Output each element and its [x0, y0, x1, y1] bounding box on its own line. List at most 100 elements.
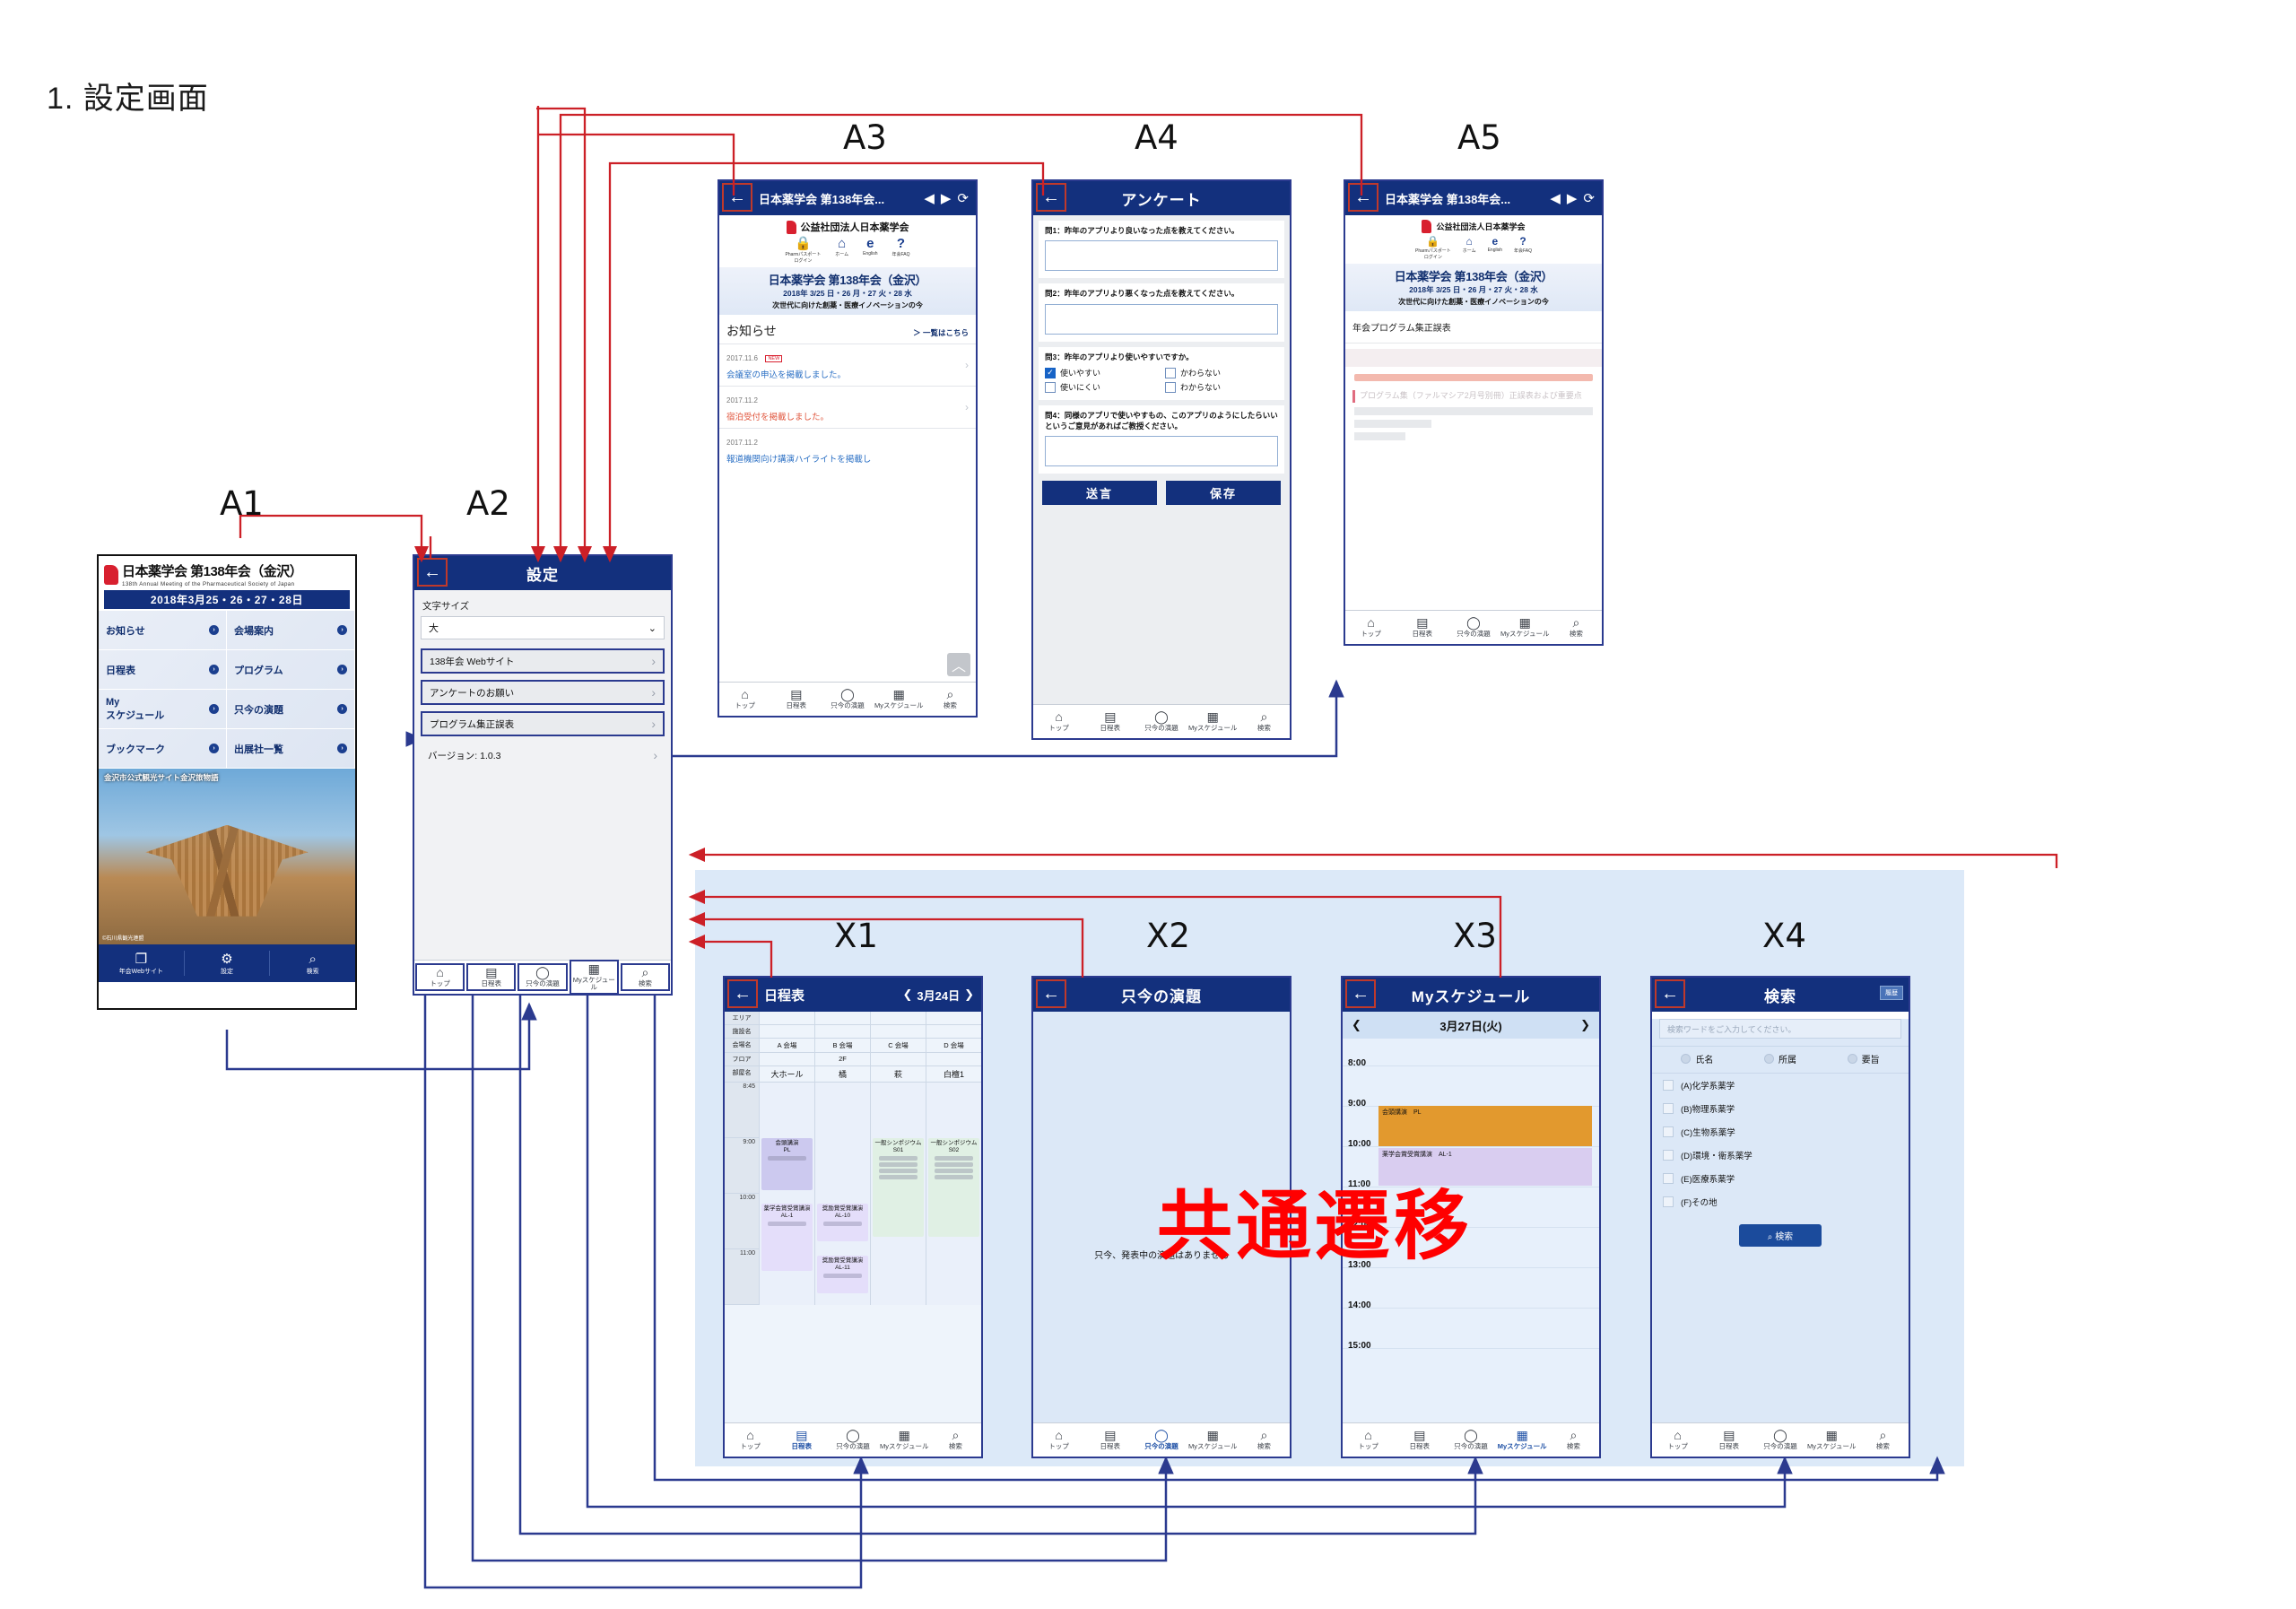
a1-menu-bookmark[interactable]: ブックマーク › — [99, 729, 227, 769]
nav-search[interactable]: ⌕ 検索 — [1857, 1429, 1909, 1450]
category-checkbox-d[interactable]: (D)環境・衛系薬学 — [1652, 1144, 1909, 1167]
nav-now[interactable]: ◯ 只今の演題 — [1445, 1429, 1496, 1450]
nav-search[interactable]: ⌕ 検索 — [930, 1429, 981, 1450]
nav-top[interactable]: ⌂ トップ — [415, 963, 465, 991]
nav-search[interactable]: ⌕ 検索 — [620, 963, 671, 991]
schedule-event[interactable]: 薬学会賞受賞講演 AL-1 — [761, 1204, 813, 1271]
nav-myschedule[interactable]: ▦ Myスケジュール — [874, 688, 925, 709]
quick-icon-home[interactable]: ⌂ ホーム — [1463, 236, 1476, 260]
nav-forward-icon[interactable]: ▶ — [1567, 190, 1578, 206]
reload-icon[interactable]: ⟳ — [957, 190, 969, 206]
prev-day-icon[interactable]: ❮ — [1352, 1018, 1361, 1032]
quick-icon-english[interactable]: e English — [863, 237, 877, 264]
nav-top[interactable]: ⌂ トップ — [1345, 616, 1396, 638]
back-arrow-icon[interactable]: ← — [1036, 979, 1066, 1008]
nav-now[interactable]: ◯ 只今の演題 — [827, 1429, 878, 1450]
settings-row-survey[interactable]: アンケートのお願い › — [421, 680, 665, 705]
a1-menu-exhibitors[interactable]: 出展社一覧 › — [227, 729, 355, 769]
nav-schedule[interactable]: ▤ 日程表 — [770, 688, 822, 709]
quick-icon-english[interactable]: e English — [1488, 236, 1502, 260]
radio-abstract[interactable]: 要旨 — [1847, 1052, 1880, 1065]
nav-schedule[interactable]: ▤ 日程表 — [776, 1429, 827, 1450]
schedule-event[interactable]: 会頭講演 PL — [761, 1138, 813, 1190]
search-button[interactable]: ⌕ 検索 — [1739, 1224, 1822, 1247]
nav-top[interactable]: ⌂ トップ — [1343, 1429, 1394, 1450]
scroll-to-top-icon[interactable]: ︿ — [947, 653, 970, 676]
back-arrow-icon[interactable]: ← — [417, 558, 448, 587]
a1-menu-venue[interactable]: 会場案内 › — [227, 611, 355, 650]
nav-now[interactable]: ◯ 只今の演題 — [822, 688, 873, 709]
a1-photo-banner[interactable]: 金沢市公式観光サイト金沢旅物語 ©石川県観光連盟 — [99, 769, 355, 944]
nav-schedule[interactable]: ▤ 日程表 — [466, 963, 517, 991]
nav-now[interactable]: ◯ 只今の演題 — [517, 963, 568, 991]
nav-top[interactable]: ⌂ トップ — [1033, 710, 1084, 732]
back-arrow-icon[interactable]: ← — [1655, 979, 1685, 1008]
quick-icon-faq[interactable]: ? 年会FAQ — [1514, 236, 1532, 260]
news-item[interactable]: 2017.11.2 報道機関向け講演ハイライトを掲載し — [719, 428, 976, 470]
quick-icon-login[interactable]: 🔒 Pharmパスポート ログイン — [785, 237, 821, 264]
nav-now[interactable]: ◯ 只今の演題 — [1135, 710, 1187, 732]
nav-myschedule[interactable]: ▦ Myスケジュール — [879, 1429, 930, 1450]
schedule-event[interactable]: 奨励賞受賞講演 AL-11 — [817, 1256, 868, 1293]
my-event-pl[interactable]: 会頭講演 PL — [1378, 1106, 1592, 1146]
nav-top[interactable]: ⌂ トップ — [719, 688, 770, 709]
a1-menu-myschedule[interactable]: My スケジュール › — [99, 690, 227, 729]
nav-back-icon[interactable]: ◀ — [924, 190, 935, 206]
a1-menu-news[interactable]: お知らせ › — [99, 611, 227, 650]
nav-schedule[interactable]: ▤ 日程表 — [1084, 710, 1135, 732]
nav-now[interactable]: ◯ 只今の演題 — [1135, 1429, 1187, 1450]
a1-menu-schedule[interactable]: 日程表 › — [99, 650, 227, 690]
nav-schedule[interactable]: ▤ 日程表 — [1396, 616, 1448, 638]
reload-icon[interactable]: ⟳ — [1583, 190, 1595, 206]
a1-nav-search[interactable]: ⌕ 検索 — [270, 951, 355, 977]
category-checkbox-a[interactable]: (A)化学系薬学 — [1652, 1074, 1909, 1097]
category-checkbox-c[interactable]: (C)生物系薬学 — [1652, 1120, 1909, 1144]
schedule-event[interactable]: 奨励賞受賞講演 AL-10 — [817, 1204, 868, 1241]
nav-back-icon[interactable]: ◀ — [1550, 190, 1561, 206]
back-arrow-icon[interactable]: ← — [1348, 183, 1378, 212]
nav-now[interactable]: ◯ 只今の演題 — [1448, 616, 1499, 638]
nav-myschedule[interactable]: ▦ Myスケジュール — [569, 960, 619, 994]
option-unknown[interactable]: わからない — [1165, 381, 1278, 393]
schedule-event[interactable]: 一般シンポジウム S01 — [873, 1138, 924, 1237]
nav-search[interactable]: ⌕ 検索 — [925, 688, 976, 709]
back-arrow-icon[interactable]: ← — [722, 183, 752, 212]
back-arrow-icon[interactable]: ← — [1036, 183, 1066, 212]
back-arrow-icon[interactable]: ← — [1345, 979, 1376, 1008]
news-more-link[interactable]: ＞ 一覧はこちら — [913, 327, 969, 338]
nav-myschedule[interactable]: ▦ Myスケジュール — [1187, 1429, 1239, 1450]
nav-search[interactable]: ⌕ 検索 — [1239, 710, 1290, 732]
answer-textarea-4[interactable] — [1045, 436, 1278, 467]
settings-row-website[interactable]: 138年会 Webサイト › — [421, 648, 665, 674]
category-checkbox-b[interactable]: (B)物理系薬学 — [1652, 1097, 1909, 1120]
nav-myschedule[interactable]: ▦ Myスケジュール — [1500, 616, 1551, 638]
settings-row-version[interactable]: バージョン: 1.0.3 › — [421, 743, 665, 768]
news-item[interactable]: 2017.11.2 宿泊受付を掲載しました。 › — [719, 386, 976, 428]
nav-myschedule[interactable]: ▦ Myスケジュール — [1806, 1429, 1857, 1450]
nav-top[interactable]: ⌂ トップ — [725, 1429, 776, 1450]
fontsize-select[interactable]: 大 ⌄ — [421, 616, 665, 639]
a1-nav-website[interactable]: ❐ 年会Webサイト — [99, 950, 185, 977]
nav-now[interactable]: ◯ 只今の演題 — [1754, 1429, 1805, 1450]
option-hard[interactable]: 使いにくい — [1045, 381, 1158, 393]
nav-search[interactable]: ⌕ 検索 — [1239, 1429, 1290, 1450]
nav-schedule[interactable]: ▤ 日程表 — [1394, 1429, 1445, 1450]
a1-menu-now[interactable]: 只今の演題 › — [227, 690, 355, 729]
a1-menu-program[interactable]: プログラム › — [227, 650, 355, 690]
radio-affiliation[interactable]: 所属 — [1763, 1052, 1796, 1065]
news-item[interactable]: 2017.11.6 NEW 会議室の申込を掲載しました。 › — [719, 344, 976, 386]
settings-row-errata[interactable]: プログラム集正誤表 › — [421, 711, 665, 736]
next-day-icon[interactable]: ❯ — [1580, 1018, 1590, 1032]
radio-name[interactable]: 氏名 — [1681, 1052, 1713, 1065]
option-same[interactable]: かわらない — [1165, 367, 1278, 378]
nav-search[interactable]: ⌕ 検索 — [1551, 616, 1602, 638]
quick-icon-faq[interactable]: ? 年会FAQ — [891, 237, 909, 264]
schedule-event[interactable]: 一般シンポジウム S02 — [928, 1138, 979, 1237]
nav-schedule[interactable]: ▤ 日程表 — [1084, 1429, 1135, 1450]
nav-top[interactable]: ⌂ トップ — [1033, 1429, 1084, 1450]
quick-icon-home[interactable]: ⌂ ホーム — [835, 237, 848, 264]
nav-forward-icon[interactable]: ▶ — [941, 190, 952, 206]
quick-icon-login[interactable]: 🔒 Pharmパスポート ログイン — [1415, 236, 1451, 260]
next-day-icon[interactable]: ❯ — [964, 987, 974, 1002]
search-history-button[interactable]: 履歴 — [1880, 986, 1903, 1000]
